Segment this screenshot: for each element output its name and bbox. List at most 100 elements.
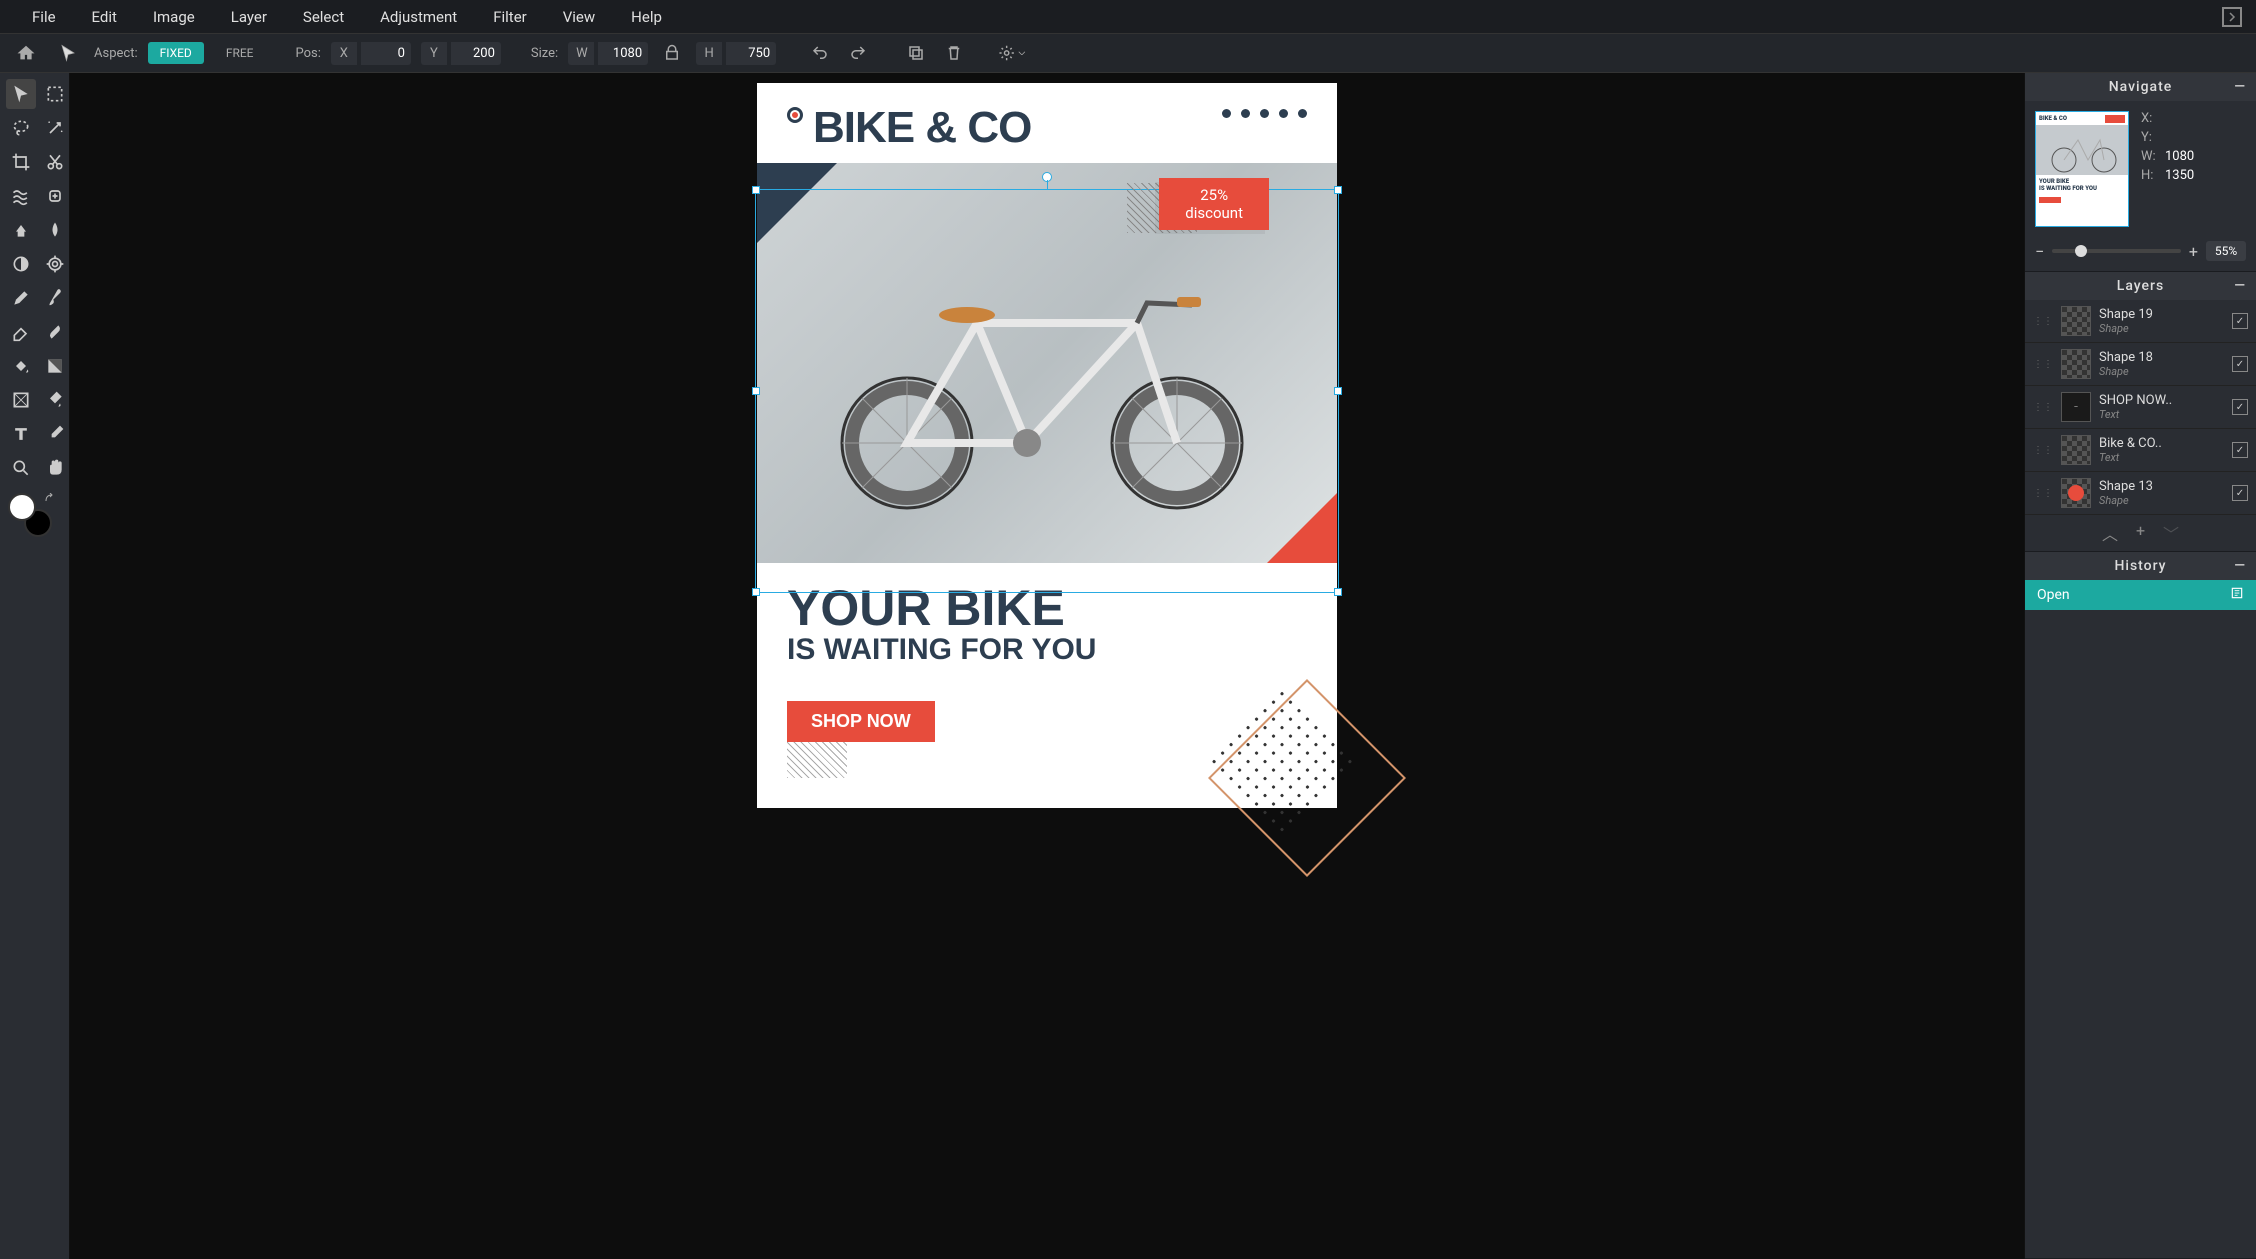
move-tool-icon[interactable] bbox=[52, 37, 84, 69]
size-w-input[interactable] bbox=[598, 42, 648, 65]
brand-logo-icon bbox=[787, 107, 803, 123]
hand-tool[interactable] bbox=[40, 453, 70, 483]
undo-icon[interactable] bbox=[806, 39, 834, 67]
swap-colors-icon[interactable] bbox=[44, 493, 64, 513]
foreground-color[interactable] bbox=[8, 493, 36, 521]
zoom-out-icon[interactable]: − bbox=[2035, 242, 2044, 261]
zoom-slider[interactable] bbox=[2052, 249, 2181, 253]
aspect-fixed-button[interactable]: FIXED bbox=[148, 42, 204, 64]
size-label: Size: bbox=[531, 46, 558, 61]
menu-filter[interactable]: Filter bbox=[475, 8, 545, 26]
layers-panel: Layers — ⋮⋮ Shape 19Shape ✓ ⋮⋮ Shape 18S… bbox=[2025, 272, 2256, 552]
canvas-area[interactable]: BIKE & CO 25% discount bbox=[70, 73, 2024, 1259]
cut-tool[interactable] bbox=[40, 147, 70, 177]
aspect-label: Aspect: bbox=[94, 46, 138, 61]
layer-grip-icon[interactable]: ⋮⋮ bbox=[2033, 316, 2053, 327]
shape-tool[interactable] bbox=[6, 385, 36, 415]
pos-x-group: X bbox=[331, 42, 411, 65]
subhead-text: IS WAITING FOR YOU bbox=[787, 633, 1307, 667]
paint-bucket-tool[interactable] bbox=[40, 385, 70, 415]
redo-icon[interactable] bbox=[844, 39, 872, 67]
menu-bar: File Edit Image Layer Select Adjustment … bbox=[0, 0, 2256, 33]
canvas[interactable]: BIKE & CO 25% discount bbox=[757, 83, 1337, 808]
aspect-free-button[interactable]: FREE bbox=[214, 42, 266, 64]
history-item[interactable]: Open bbox=[2025, 580, 2256, 610]
layer-row[interactable]: ⋮⋮ Shape 13Shape ✓ bbox=[2025, 472, 2256, 515]
home-icon[interactable] bbox=[10, 37, 42, 69]
move-tool[interactable] bbox=[6, 79, 36, 109]
headline-text: YOUR BIKE bbox=[787, 583, 1307, 633]
layer-thumb bbox=[2061, 349, 2091, 379]
menu-edit[interactable]: Edit bbox=[74, 8, 135, 26]
eyedropper-tool[interactable] bbox=[40, 419, 70, 449]
settings-dropdown-icon[interactable] bbox=[998, 39, 1026, 67]
menu-select[interactable]: Select bbox=[285, 8, 362, 26]
layer-down-icon[interactable]: ﹀ bbox=[2163, 521, 2179, 545]
liquify-tool[interactable] bbox=[6, 181, 36, 211]
history-collapse-icon[interactable]: — bbox=[2234, 558, 2246, 574]
duplicate-icon[interactable] bbox=[902, 39, 930, 67]
eraser-tool[interactable] bbox=[6, 317, 36, 347]
menu-layer[interactable]: Layer bbox=[213, 8, 285, 26]
clone-tool[interactable] bbox=[6, 215, 36, 245]
layer-row[interactable]: ⋮⋮ Bike & CO..Text ✓ bbox=[2025, 429, 2256, 472]
color-swatches[interactable] bbox=[6, 493, 70, 543]
zoom-tool[interactable] bbox=[6, 453, 36, 483]
sponge-tool[interactable] bbox=[40, 249, 70, 279]
layers-list: ⋮⋮ Shape 19Shape ✓ ⋮⋮ Shape 18Shape ✓ ⋮⋮… bbox=[2025, 300, 2256, 515]
navigate-thumbnail[interactable]: BIKE & CO YOUR BIKEIS WAITING FOR YOU bbox=[2035, 111, 2129, 227]
right-panels: Navigate — BIKE & CO YOUR BIKEIS WAITING… bbox=[2024, 73, 2256, 1259]
pencil-tool[interactable] bbox=[6, 283, 36, 313]
delete-icon[interactable] bbox=[940, 39, 968, 67]
brush-tool[interactable] bbox=[40, 283, 70, 313]
layer-visibility-toggle[interactable]: ✓ bbox=[2232, 356, 2248, 372]
layer-visibility-toggle[interactable]: ✓ bbox=[2232, 399, 2248, 415]
menu-file[interactable]: File bbox=[14, 8, 74, 26]
header-dots bbox=[1222, 103, 1307, 118]
menu-view[interactable]: View bbox=[545, 8, 613, 26]
layer-grip-icon[interactable]: ⋮⋮ bbox=[2033, 359, 2053, 370]
size-h-label: H bbox=[696, 42, 722, 65]
gradient-tool[interactable] bbox=[40, 351, 70, 381]
smudge-tool[interactable] bbox=[40, 317, 70, 347]
layer-grip-icon[interactable]: ⋮⋮ bbox=[2033, 488, 2053, 499]
layer-up-icon[interactable]: ︿ bbox=[2102, 521, 2118, 545]
dodge-tool[interactable] bbox=[6, 249, 36, 279]
layers-collapse-icon[interactable]: — bbox=[2234, 278, 2246, 294]
layer-row[interactable]: ⋮⋮ Shape 18Shape ✓ bbox=[2025, 343, 2256, 386]
lock-aspect-icon[interactable] bbox=[658, 39, 686, 67]
layer-visibility-toggle[interactable]: ✓ bbox=[2232, 442, 2248, 458]
pos-y-input[interactable] bbox=[451, 42, 501, 65]
zoom-in-icon[interactable]: + bbox=[2189, 242, 2198, 261]
heal-tool[interactable] bbox=[40, 181, 70, 211]
layer-visibility-toggle[interactable]: ✓ bbox=[2232, 313, 2248, 329]
wand-tool[interactable] bbox=[40, 113, 70, 143]
size-h-input[interactable] bbox=[726, 42, 776, 65]
layers-header: Layers — bbox=[2025, 272, 2256, 300]
toggle-panels-icon[interactable] bbox=[2222, 7, 2242, 27]
menu-help[interactable]: Help bbox=[613, 8, 680, 26]
blur-tool[interactable] bbox=[40, 215, 70, 245]
layer-thumb bbox=[2061, 435, 2091, 465]
size-h-group: H bbox=[696, 42, 776, 65]
menu-adjustment[interactable]: Adjustment bbox=[362, 8, 475, 26]
lasso-tool[interactable] bbox=[6, 113, 36, 143]
pos-x-input[interactable] bbox=[361, 42, 411, 65]
layer-row[interactable]: ⋮⋮ Shape 19Shape ✓ bbox=[2025, 300, 2256, 343]
discount-badge: 25% discount bbox=[1159, 178, 1269, 230]
layer-grip-icon[interactable]: ⋮⋮ bbox=[2033, 402, 2053, 413]
crop-tool[interactable] bbox=[6, 147, 36, 177]
navigate-info: X: Y: W:1080 H:1350 bbox=[2141, 111, 2194, 227]
layer-row[interactable]: ⋮⋮ — SHOP NOW..Text ✓ bbox=[2025, 386, 2256, 429]
marquee-tool[interactable] bbox=[40, 79, 70, 109]
layer-visibility-toggle[interactable]: ✓ bbox=[2232, 485, 2248, 501]
navigate-collapse-icon[interactable]: — bbox=[2234, 79, 2246, 95]
layer-add-icon[interactable]: + bbox=[2136, 521, 2145, 545]
menu-image[interactable]: Image bbox=[135, 8, 213, 26]
text-tool[interactable] bbox=[6, 419, 36, 449]
history-open-icon bbox=[2230, 586, 2244, 604]
size-w-label: W bbox=[568, 42, 594, 65]
layer-grip-icon[interactable]: ⋮⋮ bbox=[2033, 445, 2053, 456]
fill-tool[interactable] bbox=[6, 351, 36, 381]
zoom-input[interactable] bbox=[2206, 241, 2246, 261]
